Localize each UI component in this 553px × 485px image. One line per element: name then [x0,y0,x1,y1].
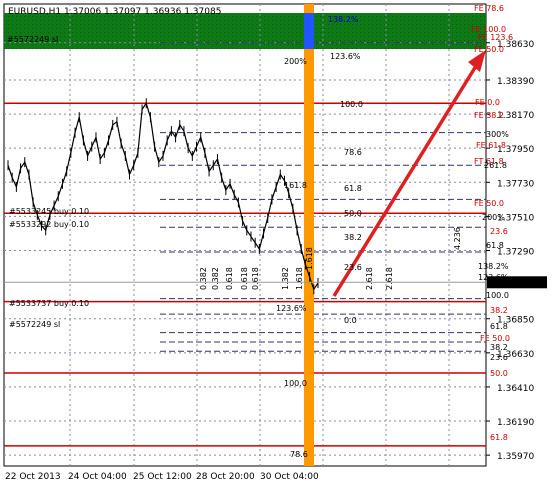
fibo-right-label-8: 300% [486,130,509,139]
order-label-4: #5572249 sl [9,320,60,329]
fibo-right-label-12: 23.6 [490,227,508,236]
fibo-right-label-17: 38.2 [490,306,508,315]
fibo-right-label-22: 50.0 [490,369,508,378]
fibo-annotation-0: 138.2% [328,15,359,24]
fibo-right-label-23: 61.8 [490,433,508,442]
fibo-annotation-8: 38.2 [344,233,362,242]
fibo-right-label-16: 100.0 [486,291,509,300]
fibo-annotation-11: 123.6% [276,304,307,313]
vertical-label-7: 1.618 [305,247,314,270]
marker-highlight [304,13,314,49]
chart-title: EURUSD,H1 1.37006 1.37097 1.36936 1.3708… [8,7,221,17]
fibo-annotation-7: 50.0 [344,209,362,218]
order-label-1: #5533245 buy 0.10 [9,207,89,216]
fibo-right-label-14: 138.2% [478,262,509,271]
vertical-label-1: 0.382 [211,267,220,290]
chart: 1.37085 1.38630 1.38390 1.38170 1.37950 1.377… [0,0,553,485]
x-tick-label-3: 28 Oct 20:00 [196,472,255,482]
fibo-annotation-13: 78.6 [290,450,308,459]
vertical-label-2: 0.618 [225,267,234,290]
x-tick-label-4: 30 Oct 04:00 [260,472,319,482]
x-tick-label-0: 22 Oct 2013 [5,472,61,482]
y-tick-label-11: 1.36190 [497,418,534,428]
fibo-annotation-1: 123.6% [330,52,361,61]
vertical-label-6: 0.618 [251,267,260,290]
vertical-label-0: 0.382 [199,267,208,290]
fibo-right-label-18: 61.8 [490,322,508,331]
fibo-annotation-3: 100.0 [340,100,363,109]
vertical-label-4: 1.382 [281,267,290,290]
fibo-right-label-11: 200% [482,213,505,222]
fibo-right-label-2: FE 123.6 [478,33,513,42]
x-tick-label-1: 24 Oct 04:00 [68,472,127,482]
vertical-label-9: 2.618 [385,267,394,290]
vertical-label-3: 0.618 [240,267,249,290]
fibo-right-label-20: 38.2 [490,343,508,352]
fibo-right-label-6: FE 61.8 [476,141,506,150]
vertical-label-10: 4.236 [453,227,462,250]
chart-canvas: 1.370851.386301.383901.381701.379501.377… [3,3,547,482]
order-label-2: #5533292 buy 0.10 [9,220,89,229]
order-label-0: #5572249 sl [7,35,58,44]
order-label-3: #5533737 buy 0.10 [9,299,89,308]
y-tick-label-12: 1.35970 [497,452,534,462]
fibo-right-label-3: FE 50.0 [474,45,504,54]
y-tick-label-4: 1.37730 [497,179,534,189]
fibo-annotation-2: 200% [284,57,307,66]
fibo-right-label-0: FE 78.6 [474,4,504,13]
fibo-right-label-13: 61.8 [486,241,504,250]
fibo-right-label-4: FE 0.0 [475,98,500,107]
fibo-right-label-5: FE 38.2 [474,111,504,120]
fibo-annotation-10: 0.0 [344,316,357,325]
fibo-annotation-12: 100.0 [284,379,307,388]
green-band-texture [4,13,486,49]
x-tick-label-2: 25 Oct 12:00 [133,472,192,482]
fibo-right-label-9: 261.8 [484,161,507,170]
y-tick-label-1: 1.38390 [497,77,534,87]
fibo-right-label-21: 23.6 [490,353,508,362]
fibo-right-label-19: FE 50.0 [480,334,510,343]
orange-marker [304,4,314,466]
y-tick-label-10: 1.36410 [497,384,534,394]
fibo-annotation-4: 78.6 [344,148,362,157]
vertical-label-5: 1.618 [295,267,304,290]
fibo-right-label-10: FE 50.0 [474,199,504,208]
vertical-label-8: 2.618 [365,267,374,290]
fibo-annotation-6: 161.8 [284,181,307,190]
fibo-annotation-5: 61.8 [344,184,362,193]
fibo-right-label-15: 123.6% [478,273,509,282]
fibo-annotation-9: 23.6 [344,263,362,272]
plot-frame [3,3,487,467]
